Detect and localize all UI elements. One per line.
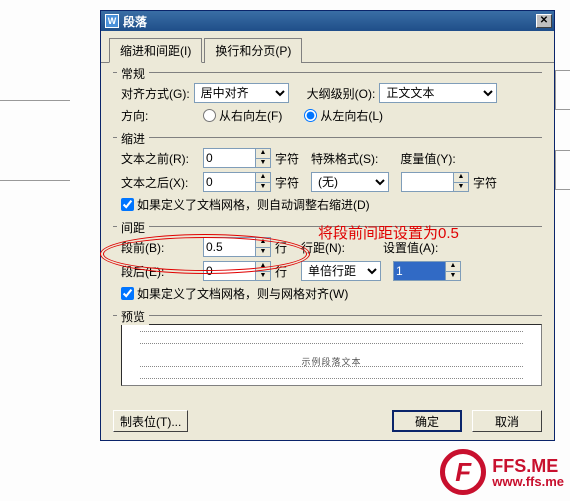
spin-down-icon[interactable]: ▼ [445, 271, 461, 282]
indent-after-input[interactable] [203, 172, 255, 192]
unit-char-2: 字符 [275, 174, 299, 191]
indent-after-spinner[interactable]: ▲▼ [203, 172, 271, 192]
spin-down-icon[interactable]: ▼ [255, 158, 271, 169]
dialog-footer: 制表位(T)... 确定 取消 [101, 402, 554, 440]
spin-down-icon[interactable]: ▼ [255, 247, 271, 258]
radio-rtl[interactable]: 从右向左(F) [203, 107, 282, 124]
tab-indent-spacing[interactable]: 缩进和间距(I) [109, 38, 202, 63]
indent-before-spinner[interactable]: ▲▼ [203, 148, 271, 168]
spin-up-icon[interactable]: ▲ [255, 237, 271, 247]
group-preview: 预览 示例段落文本 [113, 315, 542, 392]
legend-spacing: 间距 [117, 219, 149, 236]
group-spacing: 间距 段前(B): ▲▼ 行 行距(N): 设置值(A): 段后(E): ▲▼ [113, 226, 542, 312]
unit-char-3: 字符 [473, 174, 497, 191]
titlebar[interactable]: W 段落 ✕ [101, 11, 554, 31]
radio-ltr[interactable]: 从左向右(L) [304, 107, 383, 124]
tab-label-pagebreak: 换行和分页(P) [215, 44, 291, 58]
tab-panel: 常规 对齐方式(G): 居中对齐 大纲级别(O): 正文文本 方向: 从右向左(… [101, 63, 554, 402]
checkbox-grid-align[interactable]: 如果定义了文档网格，则与网格对齐(W) [121, 285, 348, 302]
paragraph-dialog: W 段落 ✕ 缩进和间距(I) 换行和分页(P) 常规 对齐方式(G): 居中对… [100, 10, 555, 441]
group-general: 常规 对齐方式(G): 居中对齐 大纲级别(O): 正文文本 方向: 从右向左(… [113, 72, 542, 134]
measure-input[interactable] [401, 172, 453, 192]
tabstops-button[interactable]: 制表位(T)... [113, 410, 188, 432]
legend-preview: 预览 [117, 308, 149, 325]
measure-spinner[interactable]: ▲▼ [401, 172, 469, 192]
label-alignment: 对齐方式(G): [121, 85, 190, 102]
preview-box: 示例段落文本 [121, 324, 542, 386]
unit-line-1: 行 [275, 239, 287, 256]
tab-label-indent: 缩进和间距(I) [120, 44, 191, 58]
space-before-input[interactable] [203, 237, 255, 257]
label-outline: 大纲级别(O): [307, 85, 376, 102]
indent-before-input[interactable] [203, 148, 255, 168]
space-before-spinner[interactable]: ▲▼ [203, 237, 271, 257]
unit-line-2: 行 [275, 263, 287, 280]
spin-up-icon[interactable]: ▲ [255, 261, 271, 271]
set-value-spinner[interactable]: ▲▼ [393, 261, 461, 281]
label-text-before: 文本之前(R): [121, 150, 199, 167]
watermark-logo-icon: F [440, 449, 486, 495]
alignment-select[interactable]: 居中对齐 [194, 83, 289, 103]
spin-down-icon[interactable]: ▼ [255, 271, 271, 282]
label-special: 特殊格式(S): [311, 150, 378, 167]
legend-general: 常规 [117, 65, 149, 82]
spin-up-icon[interactable]: ▲ [255, 148, 271, 158]
watermark-line2: www.ffs.me [492, 475, 564, 488]
label-set-value: 设置值(A): [383, 239, 438, 256]
preview-sample: 示例段落文本 [140, 355, 523, 356]
spin-up-icon[interactable]: ▲ [255, 172, 271, 182]
label-text-after: 文本之后(X): [121, 174, 199, 191]
tab-strip: 缩进和间距(I) 换行和分页(P) [101, 31, 554, 63]
tab-line-page-break[interactable]: 换行和分页(P) [204, 38, 302, 63]
label-space-before: 段前(B): [121, 239, 199, 256]
space-after-input[interactable] [203, 261, 255, 281]
app-icon: W [105, 14, 119, 28]
spin-up-icon[interactable]: ▲ [453, 172, 469, 182]
label-measure: 度量值(Y): [400, 150, 455, 167]
group-indent: 缩进 文本之前(R): ▲▼ 字符 特殊格式(S): 度量值(Y): 文本之后(… [113, 137, 542, 223]
spin-up-icon[interactable]: ▲ [445, 261, 461, 271]
label-direction: 方向: [121, 107, 199, 124]
close-icon[interactable]: ✕ [536, 14, 552, 28]
space-after-spinner[interactable]: ▲▼ [203, 261, 271, 281]
ok-button[interactable]: 确定 [392, 410, 462, 432]
unit-char-1: 字符 [275, 150, 299, 167]
dialog-title: 段落 [123, 13, 536, 30]
label-space-after: 段后(E): [121, 263, 199, 280]
legend-indent: 缩进 [117, 130, 149, 147]
set-value-input[interactable] [393, 261, 445, 281]
label-line-spacing: 行距(N): [301, 239, 345, 256]
cancel-button[interactable]: 取消 [472, 410, 542, 432]
watermark-line1: FFS.ME [492, 457, 564, 475]
spin-down-icon[interactable]: ▼ [453, 182, 469, 193]
outline-level-select[interactable]: 正文文本 [379, 83, 497, 103]
spin-down-icon[interactable]: ▼ [255, 182, 271, 193]
watermark: F FFS.ME www.ffs.me [440, 449, 564, 495]
special-format-select[interactable]: (无) [311, 172, 389, 192]
line-spacing-select[interactable]: 单倍行距 [301, 261, 381, 281]
checkbox-auto-adjust[interactable]: 如果定义了文档网格，则自动调整右缩进(D) [121, 196, 370, 213]
